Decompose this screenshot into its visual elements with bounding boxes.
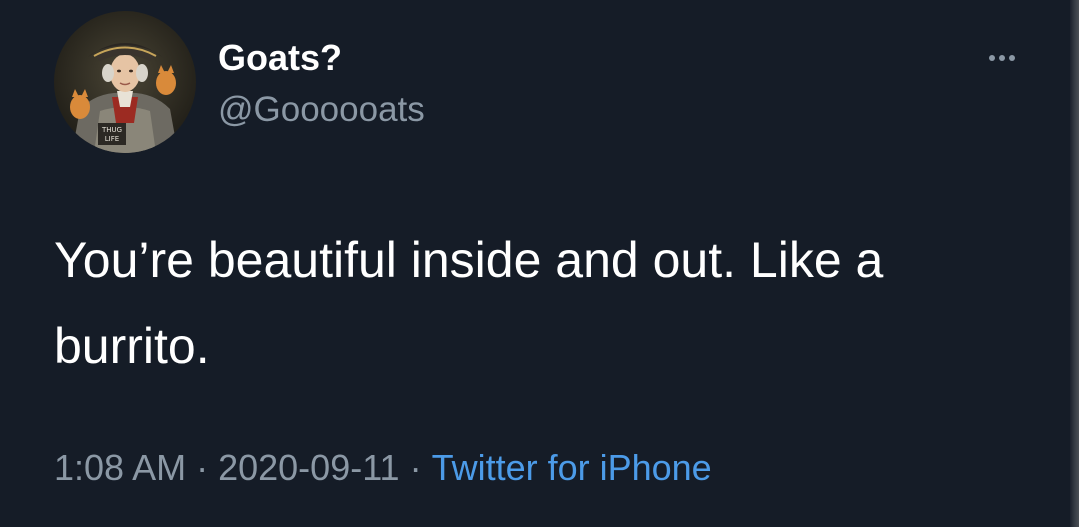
tweet: THUG LIFE Goats? @Goooooats You’re beaut… — [0, 0, 1079, 527]
ellipsis-icon — [1009, 55, 1015, 61]
user-handle[interactable]: @Goooooats — [218, 86, 425, 134]
meta-separator: · — [196, 447, 209, 488]
tweet-time[interactable]: 1:08 AM — [54, 447, 186, 488]
meta-separator: · — [409, 447, 422, 488]
tweet-text: You’re beautiful inside and out. Like a … — [54, 217, 1034, 389]
tweet-date[interactable]: 2020-09-11 — [218, 447, 399, 488]
tweet-text-line: You’re beautiful inside and out. Like a — [54, 232, 884, 288]
tweet-source-link[interactable]: Twitter for iPhone — [432, 447, 712, 488]
avatar[interactable]: THUG LIFE — [54, 11, 196, 153]
more-options-button[interactable] — [980, 46, 1024, 70]
window-edge — [1070, 0, 1079, 527]
avatar-image: THUG LIFE — [54, 11, 196, 153]
display-name[interactable]: Goats? — [218, 34, 342, 82]
tweet-metadata: 1:08 AM · 2020-09-11 · Twitter for iPhone — [54, 444, 712, 492]
avatar-caption-line-1: THUG — [101, 126, 122, 134]
avatar-caption-line-2: LIFE — [105, 135, 119, 143]
ellipsis-icon — [999, 55, 1005, 61]
tweet-text-line: burrito. — [54, 318, 210, 374]
ellipsis-icon — [989, 55, 995, 61]
